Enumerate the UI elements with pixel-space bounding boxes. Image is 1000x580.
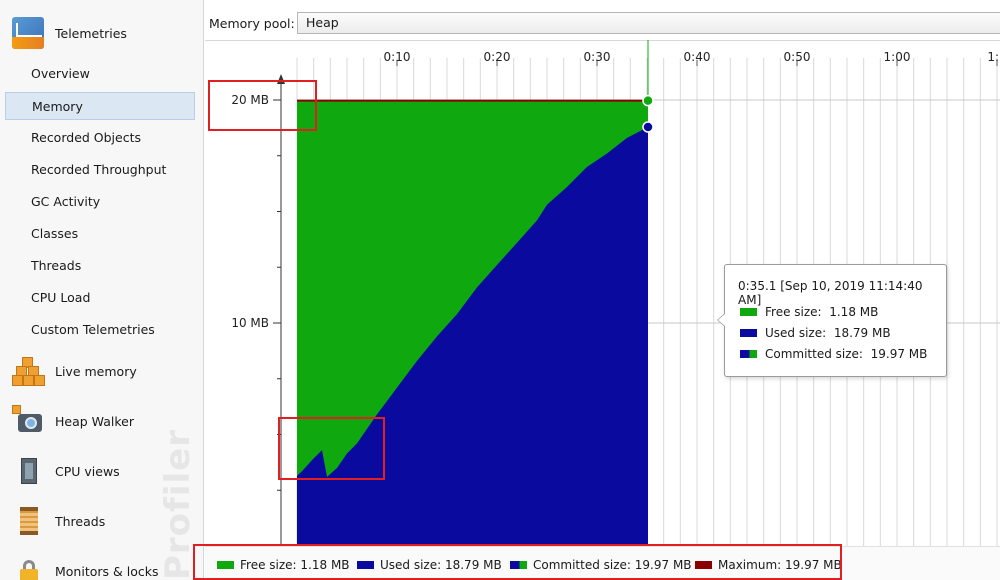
category-label: CPU views [55,463,120,479]
tooltip-row-used: Used size: 18.79 MB [740,326,891,340]
tooltip-label: Free size: [765,305,822,319]
category-label: Heap Walker [55,413,134,429]
sidebar-item-custom-telemetries[interactable]: Custom Telemetries [5,316,195,344]
sidebar-item-gc-activity[interactable]: GC Activity [5,188,195,216]
highlight-box-legend [193,544,842,580]
sidebar-item-threads[interactable]: Threads [5,252,195,280]
used-point [642,121,654,133]
tooltip-value: 18.79 MB [833,326,891,340]
committed-point [642,94,654,107]
memory-pool-select[interactable]: Heap [297,12,1000,34]
memory-pool-label: Memory pool: [209,16,295,31]
sidebar-item-recorded-throughput[interactable]: Recorded Throughput [5,156,195,184]
x-tick-label: 1:1 [987,50,1000,64]
category-label: Monitors & locks [55,563,159,579]
x-tick-label: 0:30 [584,50,611,64]
tooltip-title: 0:35.1 [Sep 10, 2019 11:14:40 AM] [738,279,923,307]
category-heap-walker[interactable]: Heap Walker [12,404,134,438]
category-monitors-locks[interactable]: Monitors & locks [12,554,158,580]
category-label: Live memory [55,363,137,379]
sidebar-item-cpu-load[interactable]: CPU Load [5,284,195,312]
category-live-memory[interactable]: Live memory [12,354,137,388]
highlight-box-dip [278,417,385,480]
y-tick-label: 10 MB [231,316,269,330]
telemetries-icon [12,17,44,49]
category-cpu-views[interactable]: CPU views [12,454,120,488]
tooltip-value: 1.18 MB [829,305,879,319]
x-tick-label: 0:20 [484,50,511,64]
threads-icon [12,505,44,537]
free-swatch-icon [740,308,757,316]
tooltip-row-committed: Committed size: 19.97 MB [740,347,927,361]
tooltip-label: Used size: [765,326,827,340]
cpu-views-icon [12,455,44,487]
sidebar: Telemetries Overview Memory Recorded Obj… [0,0,204,580]
category-label: Threads [55,513,106,529]
category-telemetries[interactable]: Telemetries [12,16,127,50]
tooltip-label: Committed size: [765,347,863,361]
sidebar-item-overview[interactable]: Overview [5,60,195,88]
tooltip-value: 19.97 MB [870,347,928,361]
tooltip-row-free: Free size: 1.18 MB [740,305,878,319]
sidebar-item-memory[interactable]: Memory [5,92,195,120]
chart-tooltip: 0:35.1 [Sep 10, 2019 11:14:40 AM] Free s… [717,264,947,377]
highlight-box-max-label [208,80,317,131]
x-tick-label: 0:40 [684,50,711,64]
sidebar-item-recorded-objects[interactable]: Recorded Objects [5,124,195,152]
x-tick-label: 0:50 [784,50,811,64]
heap-walker-icon [12,405,44,437]
committed-swatch-icon [740,350,757,358]
x-tick-label: 0:10 [384,50,411,64]
used-swatch-icon [740,329,757,337]
live-memory-icon [12,355,45,387]
monitors-locks-icon [12,555,44,580]
category-threads[interactable]: Threads [12,504,105,538]
sidebar-item-classes[interactable]: Classes [5,220,195,248]
profiler-watermark: Profiler [158,429,198,580]
x-tick-label: 1:00 [884,50,911,64]
category-label: Telemetries [55,25,127,41]
